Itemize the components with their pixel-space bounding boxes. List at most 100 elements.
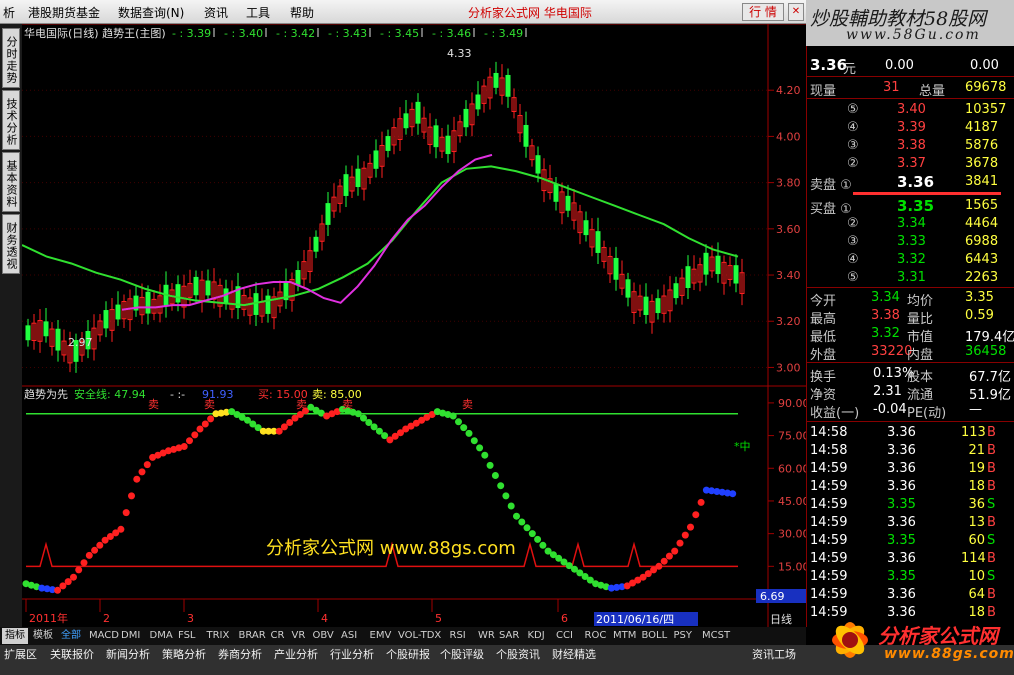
indicator-tab[interactable]: TRIX (204, 628, 233, 644)
bottom-tab[interactable]: 个股资讯 (496, 646, 540, 662)
indicator-dot (513, 512, 520, 520)
stat-label: 最高 (810, 312, 837, 327)
bottom-tab[interactable]: 策略分析 (162, 646, 206, 662)
chart-canvas[interactable]: 4.20 4.00 3.80 3.60 3.40 3.20 3.00 华电国际(日线) 趋势… (22, 24, 806, 627)
tick-side: S (987, 533, 996, 548)
tick-side: S (987, 497, 996, 512)
bid-volume: 2263 (965, 270, 999, 285)
indicator-tab[interactable]: DMA (147, 628, 176, 644)
indicator-tab[interactable]: 指标 (2, 628, 28, 644)
indicator-tab[interactable]: BRAR (236, 628, 269, 644)
candle (553, 183, 559, 202)
indicator-tab[interactable]: VOL-TDX (395, 628, 444, 644)
side-tab-technical[interactable]: 技术分析 (2, 90, 20, 150)
indicator-dot (133, 475, 141, 483)
indicator-dot (122, 509, 130, 517)
brand-banner: 炒股輔助教材58股网 www.58Gu.com (806, 0, 1014, 46)
price-axis-label: 3.80 (776, 177, 801, 190)
price-axis-label: 3.20 (776, 315, 801, 328)
indicator-dot (75, 566, 83, 574)
tick-side: B (987, 587, 996, 602)
menu-item-analysis[interactable]: 析 (3, 4, 15, 21)
flower-logo-icon (832, 622, 868, 658)
tick-volume: 10 (968, 569, 985, 584)
menu-item-help[interactable]: 帮助 (290, 4, 314, 21)
indicator-axis-label: 90.00 (778, 397, 806, 410)
side-tab-realtime[interactable]: 分时走势 (2, 28, 20, 88)
bid-volume: 4464 (965, 216, 999, 231)
indicator-dot (201, 420, 209, 428)
tick-price: 3.36 (887, 515, 916, 530)
indicator-tab[interactable]: DMI (118, 628, 143, 644)
candle (205, 280, 211, 296)
indicator-tab[interactable]: BOLL (639, 628, 671, 644)
tick-price: 3.35 (887, 533, 916, 548)
stat-value: 36458 (965, 344, 1007, 359)
indicator-tab[interactable]: KDJ (525, 628, 548, 644)
bottom-tab[interactable]: 资讯工场 (752, 646, 796, 662)
candle (583, 220, 589, 236)
bottom-tab[interactable]: 券商分析 (218, 646, 262, 662)
indicator-dot (518, 518, 526, 526)
chart-area[interactable]: 4.20 4.00 3.80 3.60 3.40 3.20 3.00 华电国际(日线) 趋势… (22, 24, 806, 627)
stat-label: 最低 (810, 330, 837, 345)
tick-price: 3.36 (887, 443, 916, 458)
indicator-tab[interactable]: CR (268, 628, 288, 644)
indicator-tab[interactable]: 全部 (58, 628, 84, 644)
price-axis-label: 4.00 (776, 130, 801, 143)
bottom-tab[interactable]: 新闻分析 (106, 646, 150, 662)
indicator-tab[interactable]: MTM (610, 628, 639, 644)
indicator-tab[interactable]: CCI (553, 628, 576, 644)
menu-item-data-query[interactable]: 数据查询(N) (118, 4, 184, 21)
side-tab-fundamentals[interactable]: 基本资料 (2, 152, 20, 212)
stat-value: 67.7亿 (969, 370, 1011, 385)
bottom-tab[interactable]: 扩展区 (4, 646, 37, 662)
window-title: 分析家公式网 华电国际 (468, 6, 592, 20)
indicator-tab[interactable]: SAR (496, 628, 522, 644)
date-axis-label: 5 (435, 612, 442, 625)
indicator-dot (85, 551, 93, 559)
indicator-tab[interactable]: 模板 (30, 628, 56, 644)
side-tab-financials[interactable]: 财务透视 (2, 214, 20, 274)
indicator-tab[interactable]: EMV (367, 628, 395, 644)
date-axis-label: 2 (103, 612, 110, 625)
bottom-tab[interactable]: 财经精选 (552, 646, 596, 662)
indicator-tab[interactable]: WR (475, 628, 498, 644)
candle (193, 276, 199, 296)
bottom-tab[interactable]: 关联报价 (50, 646, 94, 662)
indicator-tab[interactable]: MACD (86, 628, 122, 644)
bottom-tab[interactable]: 产业分析 (274, 646, 318, 662)
close-icon[interactable]: ✕ (788, 3, 804, 21)
indicator-tab[interactable]: ASI (338, 628, 360, 644)
quote-button[interactable]: 行 情 (742, 3, 784, 21)
watermark-url: www.88gs.com (884, 646, 1014, 662)
total-volume: 69678 (965, 80, 1007, 95)
brand-url: www.58Gu.com (846, 27, 981, 43)
bottom-tab[interactable]: 个股研报 (386, 646, 430, 662)
candle (115, 304, 121, 320)
indicator-tab[interactable]: RSI (447, 628, 469, 644)
indicator-tab[interactable]: VR (289, 628, 309, 644)
tick-price: 3.36 (887, 587, 916, 602)
candle (493, 72, 499, 88)
main-chart-header: 华电国际(日线) 趋势王(主图) (24, 26, 166, 40)
indicator-dot (481, 451, 489, 459)
bottom-tab[interactable]: 行业分析 (330, 646, 374, 662)
indicator-tab[interactable]: ROC (582, 628, 610, 644)
indicator-tab[interactable]: FSL (175, 628, 199, 644)
tick-price: 3.36 (887, 605, 916, 620)
indicator-tab[interactable]: OBV (310, 628, 337, 644)
candle (475, 94, 481, 110)
stat-label: 均价 (907, 294, 934, 309)
date-axis-label: 6 (561, 612, 568, 625)
indicator-tab[interactable]: MCST (699, 628, 733, 644)
menu-item-tools[interactable]: 工具 (246, 4, 270, 21)
bottom-tab[interactable]: 个股评级 (440, 646, 484, 662)
indicator-dot (692, 511, 700, 519)
stat-label: 净资 (810, 388, 837, 403)
menu-item-hk-futures[interactable]: 港股期货基金 (28, 4, 100, 21)
panel-divider (807, 287, 1014, 288)
indicator-dot (455, 418, 462, 426)
menu-item-news[interactable]: 资讯 (204, 4, 228, 21)
indicator-tab[interactable]: PSY (671, 628, 696, 644)
